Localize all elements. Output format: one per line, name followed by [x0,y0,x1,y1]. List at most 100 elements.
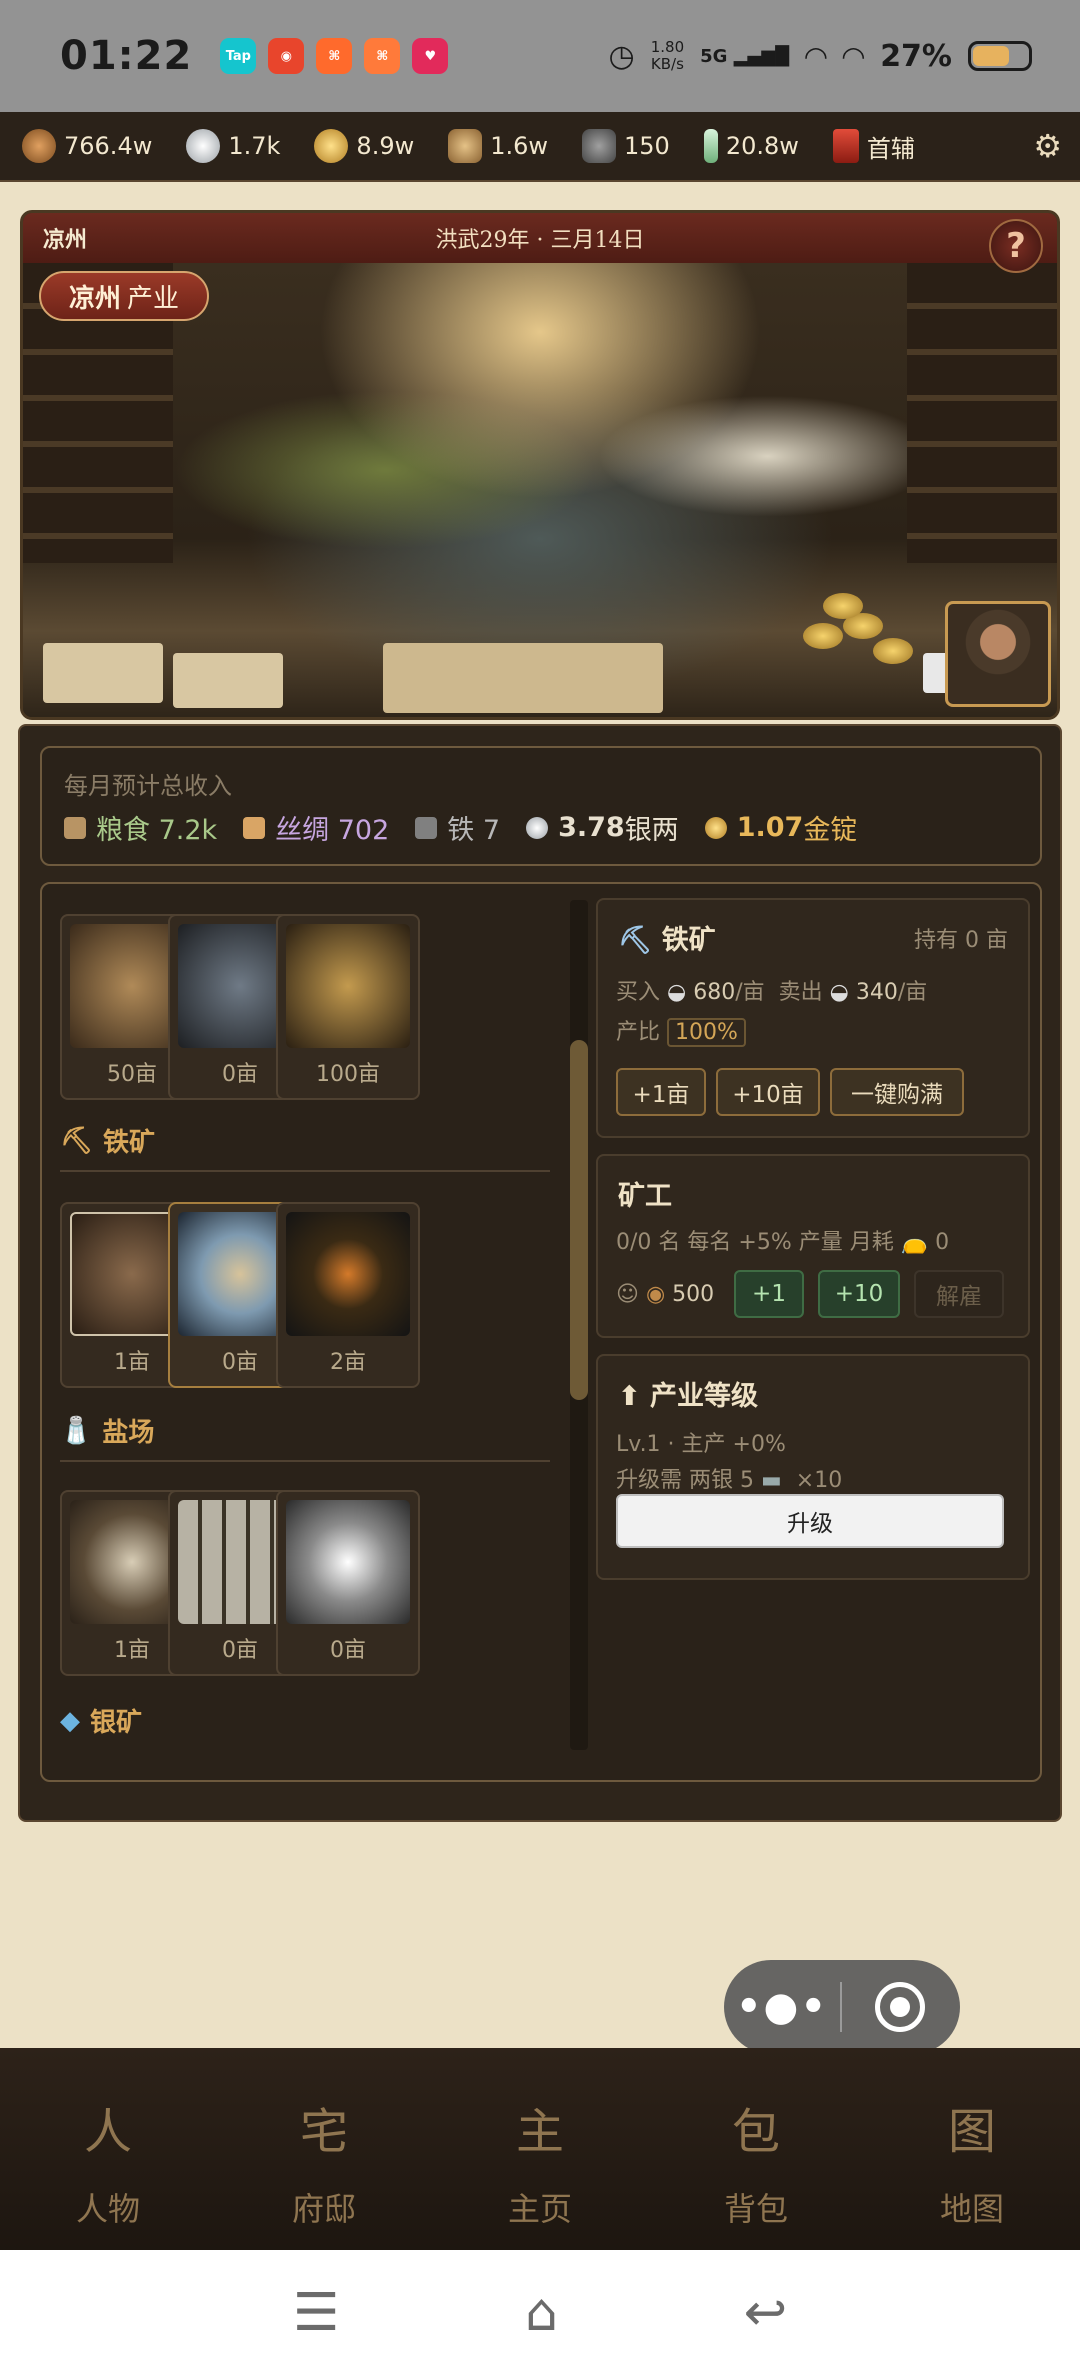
sector-tag: 凉州 产业 [39,271,210,321]
help-button[interactable]: ? [989,219,1043,273]
fire-button[interactable]: 解雇 [914,1270,1004,1318]
iron-ore-icon [582,129,617,163]
upgrade-cost: 升级需 两银 5 ▬ ×10 [616,1468,843,1493]
wifi-icon-2: ◠ [842,39,865,73]
weibo-app-icon: ◉ [268,38,305,74]
resource-bar: 766.4w 1.7k 8.9w 1.6w 150 20.8w 首辅 ⚙ [0,112,1080,182]
pickaxe-icon: ⛏ [60,1125,94,1156]
income-silk: 丝绸 702 [243,808,389,847]
signal-icon: ▂▄▆█ [733,45,790,67]
resource-jade[interactable]: 20.8w [703,129,799,163]
iron-icon [415,816,438,839]
income-iron: 铁 7 [415,808,500,847]
status-time: 01:22 [60,33,193,79]
buy-max-button[interactable]: 一键购满 [830,1068,964,1116]
pickaxe-icon: ⛏ [618,925,653,956]
loom-image [286,924,410,1048]
nav-home[interactable]: 主主页 [432,2048,648,2250]
iron-icon: ▬ [760,1468,782,1493]
nav-character[interactable]: 人人物 [0,2048,216,2250]
status-bar: 01:22 Tap ◉ ⌘ ⌘ ♥ ◷ 1.80 KB/s 5G ▂▄▆█ ◠ ◠… [0,0,1080,112]
network-speed: 1.80 KB/s [650,38,685,73]
price-line: 买入 ◒ 680/亩 卖出 ◒ 340/亩 [616,980,928,1005]
list-scrollbar[interactable] [570,900,588,1750]
copper-coin-icon [22,129,56,163]
diamond-icon: ◆ [60,1705,80,1736]
home-icon[interactable]: ⌂ [525,2283,558,2343]
iron-forge-image [286,1212,410,1336]
income-title: 每月预计总收入 [64,772,232,800]
level-info: Lv.1 · 主产 +0% [616,1432,786,1457]
industry-cell[interactable]: 100亩 [276,914,420,1100]
resource-grain[interactable]: 1.6w [448,129,548,163]
category-salt[interactable]: 🧂 盐场 [60,1412,154,1449]
mine-title: ⛏ 铁矿 [618,925,716,956]
mine-detail-card: ⛏ 铁矿 持有 0 亩 买入 ◒ 680/亩 卖出 ◒ 340/亩 产比 100… [596,898,1030,1138]
income-summary: 每月预计总收入 粮食 7.2k 丝绸 702 铁 7 3.78 银两 1.07 金锭 [40,746,1042,866]
resource-copper[interactable]: 766.4w [22,129,152,163]
category-iron[interactable]: ⛏ 铁矿 [60,1122,155,1159]
hire-cost: ☺ ◉ 500 [616,1282,715,1307]
resource-silver[interactable]: 1.7k [186,129,280,163]
list-scroll-thumb[interactable] [570,1040,588,1400]
city-banner: 凉州 洪武29年 · 三月14日 ? 凉州 产业 [20,210,1060,720]
silver-icon: ◒ [667,980,687,1005]
more-dots-icon: •●• [735,1984,829,2030]
jade-icon [703,129,718,163]
buy-10-button[interactable]: +10亩 [716,1068,820,1116]
industry-detail-area: 50亩 0亩 100亩 ⛏ 铁矿 1亩 0亩 2亩 🧂 盐场 1亩 0亩 0亩 ◆ 银… [40,882,1042,1782]
silver-icon: ◒ [829,980,849,1005]
settings-gear-icon[interactable]: ⚙ [1033,127,1062,165]
banner-header: 凉州 洪武29年 · 三月14日 [23,213,1057,263]
nav-map[interactable]: 图地图 [864,2048,1080,2250]
workers-info: 0/0 名 每名 +5% 产量 月耗 👝 0 [616,1230,950,1255]
battery-percent: 27% [880,38,952,74]
rank-badge[interactable]: 首辅 [832,129,915,164]
game-date: 洪武29年 · 三月14日 [435,228,645,253]
workers-card: 矿工 0/0 名 每名 +5% 产量 月耗 👝 0 ☺ ◉ 500 +1 +10… [596,1154,1030,1338]
grain-sack-icon [448,129,483,163]
grain-icon [64,816,86,839]
network-type: 5G ▂▄▆█ [700,45,790,67]
hire-1-button[interactable]: +1 [734,1270,804,1318]
advisor-portrait[interactable] [945,601,1051,707]
wifi-icon: ◠ [805,39,827,73]
industry-list[interactable]: 50亩 0亩 100亩 ⛏ 铁矿 1亩 0亩 2亩 🧂 盐场 1亩 0亩 0亩 ◆ 银… [42,884,562,1764]
income-gold: 1.07 金锭 [704,808,857,847]
category-silver[interactable]: ◆ 银矿 [60,1702,142,1739]
nav-backpack[interactable]: 包背包 [648,2048,864,2250]
more-options-button[interactable]: •●• [724,1984,840,2030]
wage-bag-icon: 👝 [900,1230,929,1255]
upgrade-button[interactable]: 升级 [616,1494,1004,1548]
resource-iron[interactable]: 150 [582,129,670,163]
salt-shaker-icon: 🧂 [60,1415,93,1446]
up-arrow-icon: ⬆ [618,1381,641,1412]
bottom-nav: 人人物 宅府邸 主主页 包背包 图地图 [0,2048,1080,2250]
kuaishou-lite-app-icon: ⌘ [364,38,401,74]
industry-cell[interactable]: 0亩 [276,1490,420,1676]
close-miniprogram-button[interactable] [842,1982,958,2032]
workers-title: 矿工 [618,1181,672,1212]
silk-icon [243,816,266,839]
income-silver: 3.78 银两 [526,808,679,847]
industry-level-card: ⬆ 产业等级 Lv.1 · 主产 +0% 升级需 两银 5 ▬ ×10 升级 [596,1354,1030,1580]
industry-scene-image [23,263,1057,717]
industry-cell[interactable]: 2亩 [276,1202,420,1388]
kuaishou-app-icon: ⌘ [316,38,353,74]
resource-gold[interactable]: 8.9w [314,129,414,163]
menu-icon[interactable]: ☰ [293,2283,340,2343]
pinduoduo-app-icon: ♥ [412,38,449,74]
official-hat-icon [832,129,859,163]
silver-ingot-icon [186,129,221,163]
silver-icon [526,816,549,839]
battery-icon [968,41,1032,71]
target-close-icon [875,1982,925,2032]
owned-count: 持有 0 亩 [914,928,1008,953]
nav-residence[interactable]: 宅府邸 [216,2048,432,2250]
level-title: ⬆ 产业等级 [618,1381,759,1412]
back-icon[interactable]: ↩ [744,2283,788,2343]
hire-10-button[interactable]: +10 [818,1270,900,1318]
buy-1-button[interactable]: +1亩 [616,1068,706,1116]
industry-panel: 每月预计总收入 粮食 7.2k 丝绸 702 铁 7 3.78 银两 1.07 金锭… [18,724,1062,1822]
gold-icon [704,816,727,839]
